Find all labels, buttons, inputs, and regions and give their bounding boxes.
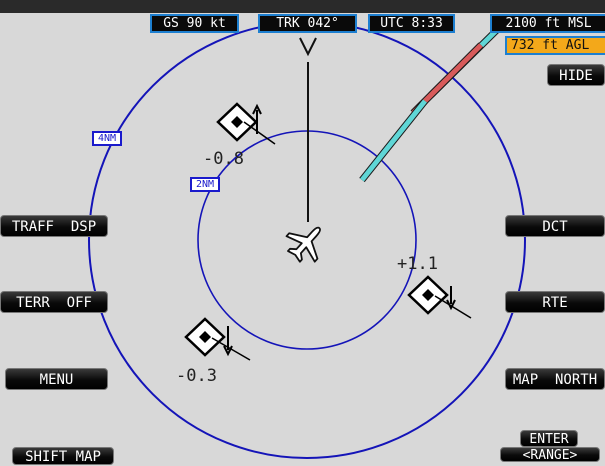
ownship-aircraft-icon xyxy=(285,226,321,263)
traffic-diamond-icon xyxy=(216,102,258,142)
menu-button[interactable]: MENU xyxy=(5,368,108,390)
traffic-relative-altitude: -0.8 xyxy=(203,149,244,169)
range-label-outer: 4NM xyxy=(92,131,123,146)
traffic-target[interactable] xyxy=(216,102,276,145)
terrain-toggle-button[interactable]: TERR OFF xyxy=(0,291,108,313)
heading-caret-icon xyxy=(299,37,317,57)
route-leg xyxy=(359,19,508,183)
traffic-relative-altitude: +1.1 xyxy=(397,254,438,274)
map-orientation-button[interactable]: MAP NORTH xyxy=(505,368,605,390)
traffic-display-button[interactable]: TRAFF DSP xyxy=(0,215,108,237)
traffic-relative-altitude: -0.3 xyxy=(176,366,217,386)
hide-button[interactable]: HIDE xyxy=(547,64,605,86)
track-readout: TRK 042° xyxy=(258,14,357,33)
direct-to-button[interactable]: DCT xyxy=(505,215,605,237)
range-button[interactable]: <RANGE> xyxy=(500,447,600,463)
altitude-msl-readout: 2100 ft MSL xyxy=(490,14,605,33)
utc-time-readout: UTC 8:33 xyxy=(368,14,455,33)
altitude-agl-readout: 732 ft AGL xyxy=(505,36,605,55)
traffic-diamond-icon xyxy=(184,317,226,357)
traffic-diamond-icon xyxy=(407,275,449,315)
traffic-target[interactable] xyxy=(407,275,472,319)
traffic-target[interactable] xyxy=(184,317,251,361)
range-label-inner: 2NM xyxy=(190,177,221,192)
ground-speed-readout: GS 90 kt xyxy=(150,14,239,33)
shift-map-button[interactable]: SHIFT MAP xyxy=(12,447,114,465)
route-button[interactable]: RTE xyxy=(505,291,605,313)
enter-button[interactable]: ENTER xyxy=(520,430,578,447)
